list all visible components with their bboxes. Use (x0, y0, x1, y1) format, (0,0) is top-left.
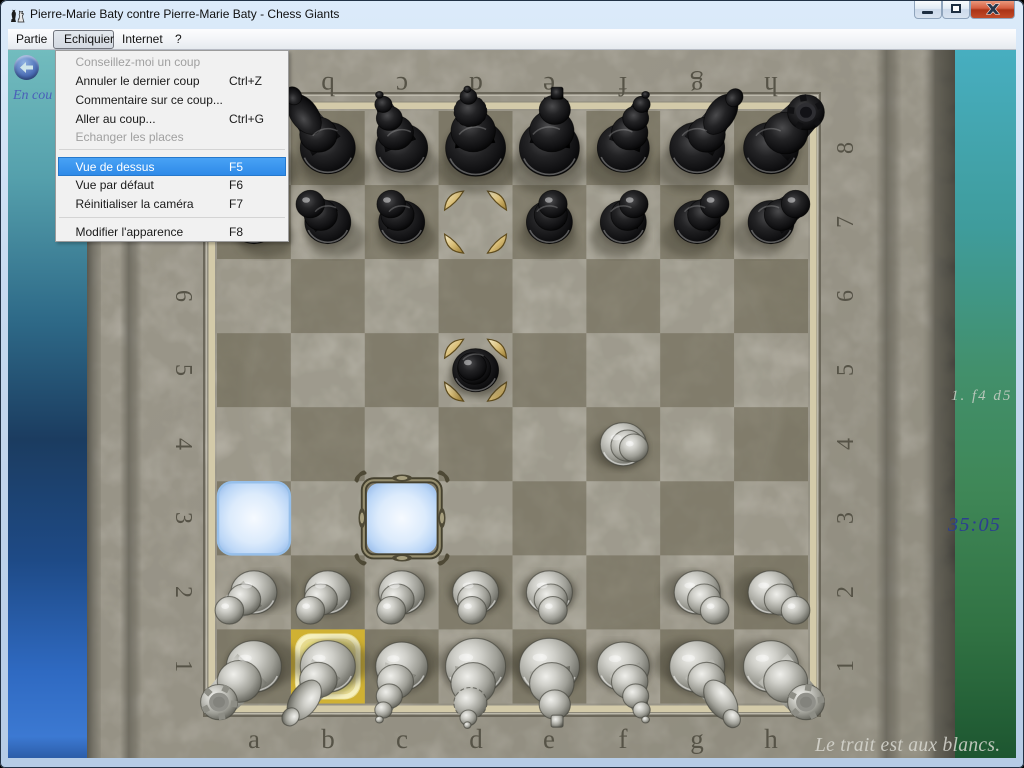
svg-text:En cou: En cou (12, 88, 52, 103)
svg-text:h: h (764, 724, 778, 754)
svg-text:1: 1 (833, 660, 859, 672)
svg-text:4: 4 (833, 438, 859, 450)
svg-text:c: c (396, 71, 408, 101)
svg-text:3: 3 (170, 512, 196, 524)
svg-text:b: b (321, 71, 335, 101)
svg-text:d: d (469, 724, 483, 754)
svg-text:1. f4 d5: 1. f4 d5 (951, 388, 1012, 404)
svg-text:7: 7 (833, 216, 859, 228)
svg-text:f: f (619, 71, 628, 101)
svg-text:4: 4 (170, 438, 196, 450)
svg-text:1: 1 (170, 660, 196, 672)
svg-text:2: 2 (833, 586, 859, 598)
svg-text:5: 5 (170, 364, 196, 376)
svg-text:g: g (690, 724, 704, 754)
svg-text:h: h (764, 71, 778, 101)
svg-text:b: b (321, 724, 335, 754)
svg-text:c: c (396, 724, 408, 754)
svg-text:f: f (619, 724, 628, 754)
svg-text:35:05: 35:05 (947, 514, 1001, 536)
svg-text:5: 5 (833, 364, 859, 376)
svg-text:6: 6 (833, 290, 859, 302)
svg-text:8: 8 (833, 142, 859, 154)
svg-text:2: 2 (170, 586, 196, 598)
svg-text:g: g (690, 71, 704, 101)
svg-text:a: a (248, 724, 260, 754)
svg-text:3: 3 (833, 512, 859, 524)
svg-text:Le trait est aux blancs.: Le trait est aux blancs. (814, 735, 1000, 756)
svg-text:6: 6 (170, 290, 196, 302)
svg-text:e: e (543, 724, 555, 754)
